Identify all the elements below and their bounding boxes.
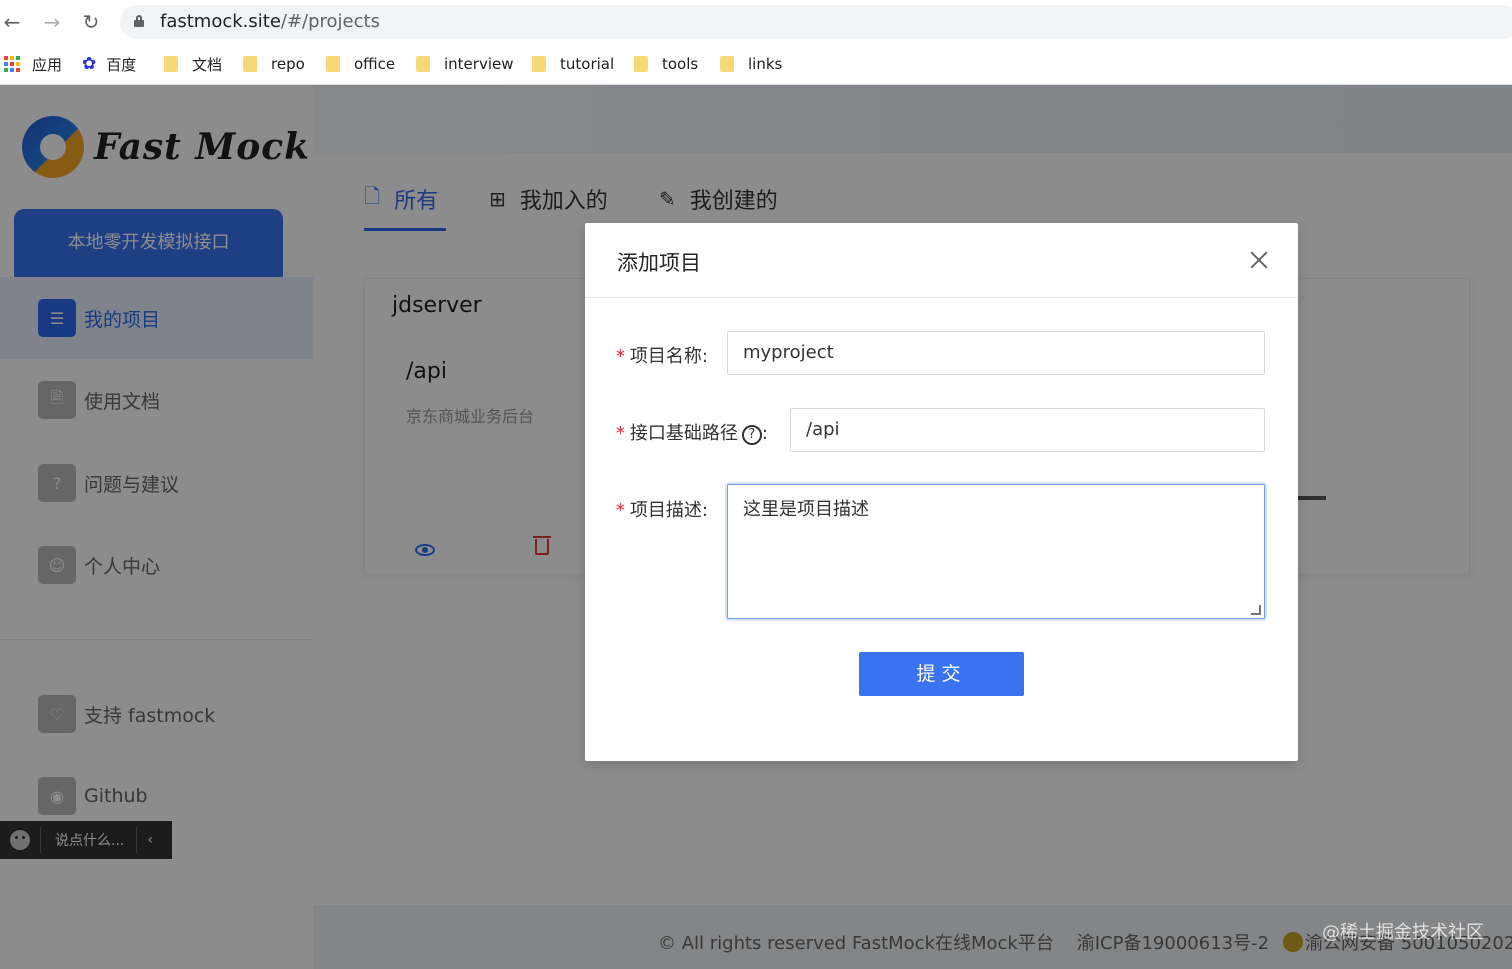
bookmark-apps[interactable]: 应用	[4, 54, 62, 74]
description-text: 这里是项目描述	[743, 499, 869, 520]
close-icon[interactable]	[1250, 251, 1268, 269]
folder-icon	[416, 56, 430, 72]
baidu-paw-icon: ✿	[82, 54, 97, 74]
project-name-label: * 项目名称:	[615, 346, 708, 367]
url-field[interactable]: fastmock.site/#/projects	[120, 5, 1512, 39]
help-icon[interactable]: ?	[741, 425, 762, 445]
folder-icon	[720, 56, 734, 72]
base-path-input[interactable]: /api	[790, 408, 1265, 452]
bookmark-folder[interactable]: tools	[634, 54, 698, 74]
required-mark: *	[615, 423, 626, 444]
required-mark: *	[615, 346, 626, 367]
bookmark-baidu[interactable]: ✿ 百度	[82, 54, 136, 74]
description-label: * 项目描述:	[615, 500, 708, 521]
bookmark-folder[interactable]: office	[326, 54, 395, 74]
bookmark-folder[interactable]: 文档	[164, 54, 222, 74]
bookmark-folder[interactable]: tutorial	[532, 54, 614, 74]
lock-icon	[134, 15, 144, 27]
description-textarea[interactable]: 这里是项目描述	[727, 484, 1265, 619]
submit-button[interactable]: 提交	[859, 652, 1024, 696]
back-arrow-icon[interactable]: ←	[0, 10, 24, 34]
bookmark-folder[interactable]: links	[720, 54, 782, 74]
forward-arrow-icon[interactable]: →	[40, 10, 64, 34]
add-project-modal: 添加项目 * 项目名称: myproject * 接口基础路径?: /api * 项目…	[585, 223, 1298, 761]
watermark: @稀土掘金技术社区	[1322, 922, 1484, 943]
apps-grid-icon	[4, 56, 20, 72]
modal-header: 添加项目	[585, 223, 1298, 298]
required-mark: *	[615, 500, 626, 521]
reload-icon[interactable]: ↻	[79, 10, 103, 34]
bookmark-folder[interactable]: repo	[243, 54, 305, 74]
folder-icon	[532, 56, 546, 72]
bookmark-folder[interactable]: interview	[416, 54, 514, 74]
modal-title: 添加项目	[617, 251, 701, 275]
bookmarks-bar: 应用 ✿ 百度 文档 repo office interview tutoria…	[0, 44, 1512, 85]
base-path-label: * 接口基础路径?:	[615, 423, 768, 445]
folder-icon	[326, 56, 340, 72]
folder-icon	[634, 56, 648, 72]
url-text: fastmock.site/#/projects	[160, 11, 380, 32]
project-name-input[interactable]: myproject	[727, 331, 1265, 375]
resize-handle-icon[interactable]	[1251, 605, 1261, 615]
browser-address-bar: ← → ↻ fastmock.site/#/projects	[0, 0, 1512, 44]
folder-icon	[164, 56, 178, 72]
folder-icon	[243, 56, 257, 72]
